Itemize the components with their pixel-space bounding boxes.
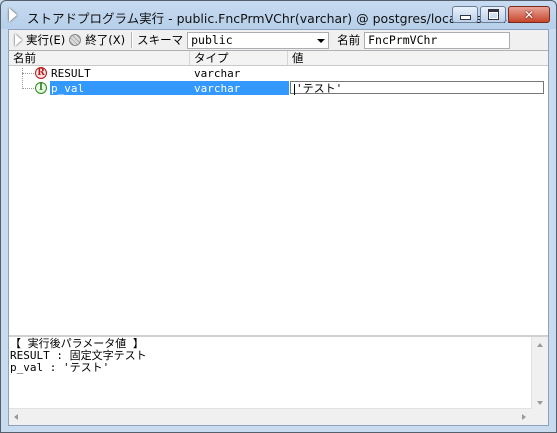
toolbar: 実行(E) 終了(X) スキーマ public 名前 FncPrmVChr [9, 30, 548, 50]
vertical-scrollbar[interactable] [531, 337, 548, 411]
scroll-right-icon[interactable] [522, 414, 526, 420]
output-line: p_val : 'テスト' [10, 361, 110, 374]
client-area: 実行(E) 終了(X) スキーマ public 名前 FncPrmVChr 名前… [8, 29, 549, 426]
table-row[interactable]: R RESULT varchar [9, 66, 548, 81]
maximize-icon [487, 9, 499, 20]
name-field[interactable]: FncPrmVChr [364, 31, 511, 49]
output-panel: 【 実行後パラメータ値 】 RESULT : 固定文字テスト p_val : 'テス… [9, 335, 548, 425]
text-caret [294, 83, 295, 95]
run-label: 実行(E) [26, 33, 66, 47]
column-header-value[interactable]: 値 [288, 51, 547, 65]
maximize-button[interactable] [480, 6, 506, 23]
stop-icon [69, 34, 82, 46]
column-header-name[interactable]: 名前 [9, 51, 190, 65]
input-param-icon: I [35, 82, 47, 94]
cell-name: RESULT [51, 67, 91, 80]
chevron-down-icon [317, 38, 326, 43]
schema-select[interactable]: public [187, 31, 330, 49]
return-param-icon: R [35, 67, 47, 79]
close-button[interactable]: ✕ [508, 6, 550, 23]
output-text[interactable]: 【 実行後パラメータ値 】 RESULT : 固定文字テスト p_val : 'テス… [10, 338, 147, 374]
stored-program-window: ストアドプログラム実行 - public.FncPrmVChr(varchar)… [0, 0, 557, 433]
stop-label: 終了(X) [85, 33, 126, 47]
scrollbar-corner [532, 409, 548, 425]
cell-type: varchar [194, 67, 241, 80]
minimize-button[interactable] [452, 6, 478, 23]
minimize-icon [459, 15, 471, 20]
tree-connector [22, 88, 34, 89]
title-bar[interactable]: ストアドプログラム実行 - public.FncPrmVChr(varchar)… [1, 1, 556, 29]
play-icon [9, 8, 17, 22]
scroll-down-icon[interactable] [537, 401, 543, 405]
window-title: ストアドプログラム実行 - public.FncPrmVChr(varchar)… [27, 11, 523, 26]
cell-value: 'テスト' [296, 82, 343, 95]
selection-highlight [50, 81, 289, 95]
scroll-left-icon[interactable] [14, 414, 18, 420]
horizontal-scrollbar[interactable] [9, 408, 532, 425]
close-icon: ✕ [523, 7, 535, 22]
table-row[interactable]: I p_val varchar 'テスト' [9, 81, 548, 96]
scroll-up-icon[interactable] [537, 343, 543, 347]
schema-label: スキーマ [137, 33, 184, 47]
caption-buttons: ✕ [452, 6, 550, 23]
run-button[interactable]: 実行(E) [9, 31, 67, 49]
schema-value: public [191, 32, 233, 47]
stop-button[interactable]: 終了(X) [67, 31, 127, 49]
cell-type: varchar [194, 82, 241, 95]
value-editor[interactable]: 'テスト' [290, 81, 544, 95]
parameter-grid: 名前 タイプ 値 R RESULT varchar I p_val varcha… [9, 50, 548, 351]
grid-header: 名前 タイプ 値 [9, 51, 548, 66]
name-label: 名前 [337, 33, 361, 47]
column-header-type[interactable]: タイプ [190, 51, 288, 65]
tree-connector [22, 73, 34, 74]
cell-name: p_val [51, 82, 85, 95]
run-icon [15, 34, 22, 46]
toolbar-separator [131, 32, 134, 48]
